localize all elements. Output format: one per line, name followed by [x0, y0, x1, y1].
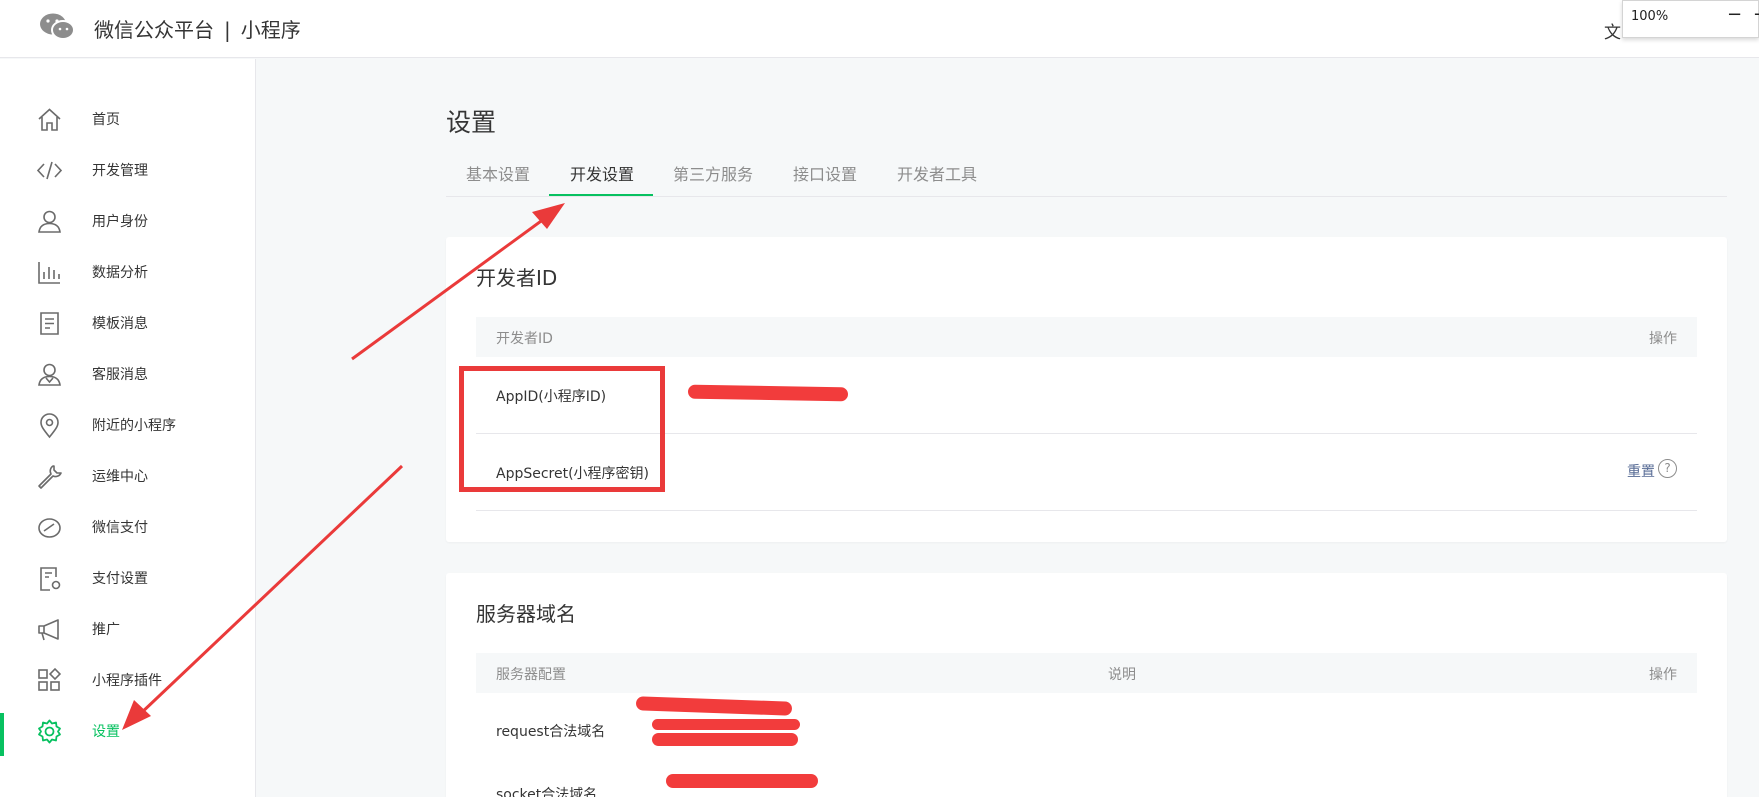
- sidebar-item-label: 模板消息: [92, 316, 148, 332]
- wechat-logo-icon[interactable]: [38, 12, 76, 42]
- code-icon: [36, 157, 63, 184]
- tab-third-party-services[interactable]: 第三方服务: [673, 161, 753, 185]
- sidebar-item-wechat-pay[interactable]: 微信支付: [0, 502, 255, 553]
- column-header-description: 说明: [1108, 667, 1136, 683]
- brand-name: 微信公众平台: [94, 18, 214, 42]
- top-bar: 微信公众平台 | 小程序 文 100% − +: [0, 0, 1759, 58]
- sidebar-item-label: 推广: [92, 622, 120, 638]
- user-icon: [36, 208, 63, 235]
- sidebar-item-settings[interactable]: 设置: [0, 706, 255, 757]
- settings-tabs: 基本设置 开发设置 第三方服务 接口设置 开发者工具: [446, 151, 1727, 197]
- zoom-level: 100%: [1631, 9, 1669, 24]
- plugin-grid-icon: [36, 667, 63, 694]
- request-domain-row: request合法域名: [476, 693, 1697, 771]
- sidebar-item-label: 小程序插件: [92, 673, 162, 689]
- megaphone-icon: [36, 616, 63, 643]
- sidebar-item-user-identity[interactable]: 用户身份: [0, 196, 255, 247]
- annotation-highlight-box: [459, 366, 665, 492]
- sidebar-item-home[interactable]: 首页: [0, 94, 255, 145]
- sidebar-item-payment-settings[interactable]: 支付设置: [0, 553, 255, 604]
- server-domain-table-header: 服务器配置 说明 操作: [476, 653, 1697, 693]
- location-pin-icon: [36, 412, 63, 439]
- column-header-action: 操作: [1649, 331, 1677, 347]
- sidebar: 首页 开发管理 用户身份 数据分析 模板消息 客服消息 附近的小程序 运维中心 …: [0, 59, 256, 797]
- brand-separator: |: [224, 18, 231, 42]
- help-icon[interactable]: ?: [1658, 459, 1677, 478]
- socket-domain-label: socket合法域名: [496, 787, 598, 797]
- column-header-action: 操作: [1649, 667, 1677, 683]
- home-icon: [36, 106, 63, 133]
- redaction-mark: [687, 384, 849, 402]
- redaction-mark: [666, 774, 818, 788]
- sidebar-item-label: 设置: [92, 724, 120, 740]
- sidebar-item-dev-management[interactable]: 开发管理: [0, 145, 255, 196]
- gear-icon: [36, 718, 63, 745]
- sidebar-item-plugins[interactable]: 小程序插件: [0, 655, 255, 706]
- redaction-mark: [635, 696, 793, 716]
- sidebar-item-ops-center[interactable]: 运维中心: [0, 451, 255, 502]
- column-header-developer-id: 开发者ID: [496, 331, 553, 347]
- request-domain-label: request合法域名: [496, 724, 606, 740]
- sidebar-item-label: 微信支付: [92, 520, 148, 536]
- zoom-in-button[interactable]: +: [1753, 4, 1759, 25]
- tab-api-settings[interactable]: 接口设置: [793, 161, 857, 185]
- sidebar-item-label: 运维中心: [92, 469, 148, 485]
- sidebar-item-label: 开发管理: [92, 163, 148, 179]
- sidebar-item-data-analysis[interactable]: 数据分析: [0, 247, 255, 298]
- column-header-server-config: 服务器配置: [496, 667, 566, 683]
- active-tab-indicator: [549, 194, 653, 196]
- document-icon: [36, 310, 63, 337]
- sidebar-item-nearby-miniprograms[interactable]: 附近的小程序: [0, 400, 255, 451]
- brand-title[interactable]: 微信公众平台 | 小程序: [94, 14, 301, 43]
- payment-settings-icon: [36, 565, 63, 592]
- server-domain-card: 服务器域名 服务器配置 说明 操作 request合法域名 socket合法域名: [446, 573, 1727, 797]
- redaction-mark: [652, 719, 800, 730]
- product-name: 小程序: [240, 18, 301, 42]
- redaction-mark: [652, 733, 798, 746]
- sidebar-item-label: 附近的小程序: [92, 418, 176, 434]
- sidebar-item-template-messages[interactable]: 模板消息: [0, 298, 255, 349]
- socket-domain-row: socket合法域名: [476, 771, 1697, 797]
- tab-basic-settings[interactable]: 基本设置: [466, 161, 530, 185]
- server-domain-title: 服务器域名: [476, 602, 576, 626]
- sidebar-item-label: 用户身份: [92, 214, 148, 230]
- speedometer-icon: [36, 514, 63, 541]
- sidebar-item-label: 首页: [92, 112, 120, 128]
- sidebar-item-customer-service[interactable]: 客服消息: [0, 349, 255, 400]
- docs-link[interactable]: 文: [1604, 18, 1621, 43]
- wrench-icon: [36, 463, 63, 490]
- zoom-popup: 100% − +: [1622, 0, 1759, 38]
- tab-developer-tools[interactable]: 开发者工具: [897, 161, 977, 185]
- page-title: 设置: [446, 108, 497, 137]
- sidebar-item-label: 客服消息: [92, 367, 148, 383]
- tab-dev-settings[interactable]: 开发设置: [570, 161, 634, 185]
- bar-chart-icon: [36, 259, 63, 286]
- developer-id-title: 开发者ID: [476, 266, 558, 290]
- sidebar-item-label: 支付设置: [92, 571, 148, 587]
- sidebar-item-label: 数据分析: [92, 265, 148, 281]
- reset-secret-link[interactable]: 重置: [1627, 461, 1655, 481]
- developer-id-table-header: 开发者ID 操作: [476, 317, 1697, 357]
- sidebar-item-promotion[interactable]: 推广: [0, 604, 255, 655]
- zoom-out-button[interactable]: −: [1727, 4, 1742, 25]
- support-user-icon: [36, 361, 63, 388]
